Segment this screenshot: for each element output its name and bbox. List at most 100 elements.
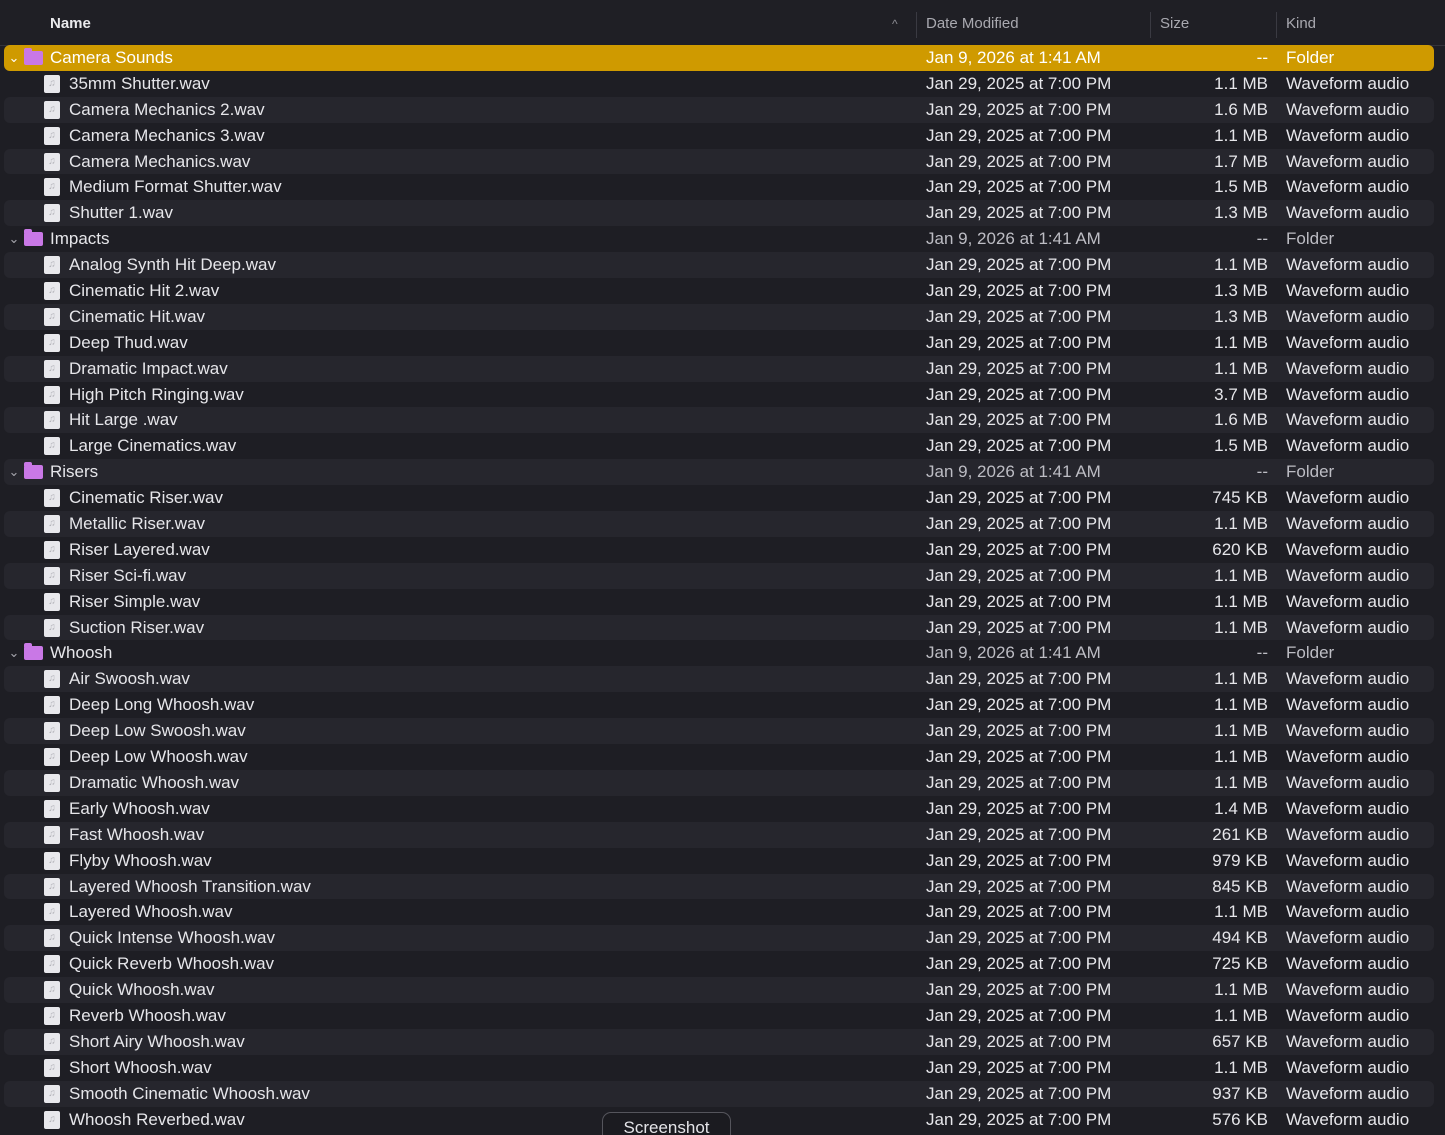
file-row[interactable]: ♫ Cinematic Hit 2.wav Jan 29, 2025 at 7:00… [4,278,1434,304]
item-date-modified: Jan 29, 2025 at 7:00 PM [926,1083,1112,1103]
item-name: Short Whoosh.wav [69,1057,212,1077]
file-row[interactable]: ♫ Layered Whoosh Transition.wav Jan 29, 20… [4,873,1434,900]
audio-file-icon: ♫ [44,437,60,456]
file-row[interactable]: ♫ Camera Mechanics.wav Jan 29, 2025 at 7:0… [4,148,1434,175]
item-date-modified: Jan 29, 2025 at 7:00 PM [926,125,1112,145]
audio-file-icon: ♫ [44,566,60,585]
audio-file-icon: ♫ [44,385,60,404]
item-size: -- [1256,643,1268,663]
item-kind: Waveform audio [1286,151,1410,171]
column-header-kind[interactable]: Kind [1286,0,1316,45]
audio-file-icon: ♫ [44,981,60,1000]
file-row[interactable]: ♫ Riser Sci-fi.wav Jan 29, 2025 at 7:00 PM… [4,562,1434,589]
finder-list-view: Name ^ Date Modified Size Kind ⌄ Camera S… [0,0,1445,1135]
folder-row[interactable]: ⌄ Whoosh Jan 9, 2026 at 1:41 AM -- Folder [4,640,1434,666]
column-header-date-modified[interactable]: Date Modified [926,0,1019,45]
audio-file-icon: ♫ [44,799,60,818]
file-row[interactable]: ♫ Camera Mechanics 2.wav Jan 29, 2025 at 7… [4,96,1434,123]
column-separator[interactable] [1276,12,1277,38]
file-row[interactable]: ♫ Quick Whoosh.wav Jan 29, 2025 at 7:00 PM… [4,977,1434,1003]
audio-file-icon: ♫ [44,333,60,352]
chevron-down-icon[interactable]: ⌄ [6,459,22,485]
item-size: 1.1 MB [1214,332,1268,352]
file-row[interactable]: ♫ Flyby Whoosh.wav Jan 29, 2025 at 7:00 PM… [4,848,1434,874]
file-row[interactable]: ♫ High Pitch Ringing.wav Jan 29, 2025 at 7… [4,382,1434,408]
item-size: 1.1 MB [1214,669,1268,689]
file-row[interactable]: ♫ 35mm Shutter.wav Jan 29, 2025 at 7:00 PM… [4,71,1434,97]
item-date-modified: Jan 29, 2025 at 7:00 PM [926,1109,1112,1129]
item-size: 1.1 MB [1214,617,1268,637]
item-size: 3.7 MB [1214,384,1268,404]
item-date-modified: Jan 29, 2025 at 7:00 PM [926,151,1112,171]
audio-file-icon: ♫ [44,825,60,844]
file-row[interactable]: ♫ Medium Format Shutter.wav Jan 29, 2025 a… [4,174,1434,200]
file-row[interactable]: ♫ Hit Large .wav Jan 29, 2025 at 7:00 PM 1.… [4,407,1434,434]
file-row[interactable]: ♫ Riser Layered.wav Jan 29, 2025 at 7:00 P… [4,537,1434,563]
item-name: Camera Mechanics.wav [69,151,251,171]
file-row[interactable]: ♫ Camera Mechanics 3.wav Jan 29, 2025 at 7… [4,123,1434,149]
file-row[interactable]: ♫ Short Airy Whoosh.wav Jan 29, 2025 at 7:… [4,1028,1434,1055]
audio-file-icon: ♫ [44,722,60,741]
folder-row[interactable]: ⌄ Camera Sounds Jan 9, 2026 at 1:41 AM -- Fo… [4,45,1434,71]
item-name: Flyby Whoosh.wav [69,850,212,870]
file-row[interactable]: ♫ Dramatic Whoosh.wav Jan 29, 2025 at 7:00… [4,769,1434,796]
file-row[interactable]: ♫ Dramatic Impact.wav Jan 29, 2025 at 7:00… [4,355,1434,382]
item-size: 620 KB [1212,539,1268,559]
chevron-down-icon[interactable]: ⌄ [6,45,22,71]
folder-icon [24,462,43,480]
file-row[interactable]: ♫ Quick Reverb Whoosh.wav Jan 29, 2025 at … [4,951,1434,977]
sort-ascending-icon[interactable]: ^ [892,0,898,45]
item-name: Shutter 1.wav [69,203,173,223]
file-row[interactable]: ♫ Smooth Cinematic Whoosh.wav Jan 29, 2025… [4,1080,1434,1107]
audio-file-icon: ♫ [44,748,60,767]
folder-row[interactable]: ⌄ Risers Jan 9, 2026 at 1:41 AM -- Folder [4,459,1434,486]
item-kind: Waveform audio [1286,410,1410,430]
item-kind: Waveform audio [1286,954,1410,974]
file-row[interactable]: ♫ Riser Simple.wav Jan 29, 2025 at 7:00 PM… [4,589,1434,615]
file-row[interactable]: ♫ Deep Low Whoosh.wav Jan 29, 2025 at 7:00… [4,744,1434,770]
file-row[interactable]: ♫ Metallic Riser.wav Jan 29, 2025 at 7:00 … [4,511,1434,537]
chevron-down-icon[interactable]: ⌄ [6,226,22,252]
file-row[interactable]: ♫ Cinematic Hit.wav Jan 29, 2025 at 7:00 P… [4,303,1434,330]
item-kind: Waveform audio [1286,565,1410,585]
file-row[interactable]: ♫ Quick Intense Whoosh.wav Jan 29, 2025 at… [4,925,1434,952]
item-name: Large Cinematics.wav [69,436,237,456]
folder-row[interactable]: ⌄ Impacts Jan 9, 2026 at 1:41 AM -- Folder [4,226,1434,252]
audio-file-icon: ♫ [44,1084,60,1103]
audio-file-icon: ♫ [44,282,60,301]
file-row[interactable]: ♫ Reverb Whoosh.wav Jan 29, 2025 at 7:00 P… [4,1003,1434,1029]
item-size: 845 KB [1212,876,1268,896]
file-row[interactable]: ♫ Fast Whoosh.wav Jan 29, 2025 at 7:00 PM 2… [4,821,1434,848]
file-row[interactable]: ♫ Cinematic Riser.wav Jan 29, 2025 at 7:00… [4,485,1434,511]
item-size: 1.1 MB [1214,902,1268,922]
chevron-down-icon[interactable]: ⌄ [6,640,22,666]
file-row[interactable]: ♫ Early Whoosh.wav Jan 29, 2025 at 7:00 PM… [4,796,1434,822]
item-date-modified: Jan 9, 2026 at 1:41 AM [926,48,1101,67]
file-row[interactable]: ♫ Shutter 1.wav Jan 29, 2025 at 7:00 PM 1.3… [4,200,1434,227]
column-separator[interactable] [1150,12,1151,38]
item-size: -- [1256,48,1268,67]
file-row[interactable]: ♫ Layered Whoosh.wav Jan 29, 2025 at 7:00 … [4,899,1434,925]
item-kind: Waveform audio [1286,281,1410,301]
item-date-modified: Jan 29, 2025 at 7:00 PM [926,255,1112,275]
file-row[interactable]: ♫ Deep Low Swoosh.wav Jan 29, 2025 at 7:00… [4,718,1434,745]
item-size: -- [1256,229,1268,249]
item-name: Layered Whoosh.wav [69,902,233,922]
file-row[interactable]: ♫ Suction Riser.wav Jan 29, 2025 at 7:00 P… [4,614,1434,641]
column-header-bar: Name ^ Date Modified Size Kind [0,0,1445,46]
column-header-name[interactable]: Name [50,0,91,45]
file-row[interactable]: ♫ Air Swoosh.wav Jan 29, 2025 at 7:00 PM 1.… [4,666,1434,693]
item-size: 1.1 MB [1214,73,1268,93]
column-separator[interactable] [916,12,917,38]
file-row[interactable]: ♫ Large Cinematics.wav Jan 29, 2025 at 7:0… [4,433,1434,459]
file-row[interactable]: ♫ Deep Thud.wav Jan 29, 2025 at 7:00 PM 1.1… [4,330,1434,356]
file-row[interactable]: ♫ Analog Synth Hit Deep.wav Jan 29, 2025 a… [4,252,1434,279]
item-size: 1.1 MB [1214,565,1268,585]
audio-file-icon: ♫ [44,411,60,430]
item-date-modified: Jan 29, 2025 at 7:00 PM [926,954,1112,974]
file-row[interactable]: ♫ Short Whoosh.wav Jan 29, 2025 at 7:00 PM… [4,1055,1434,1081]
column-header-size[interactable]: Size [1160,0,1189,45]
item-date-modified: Jan 29, 2025 at 7:00 PM [926,410,1112,430]
audio-file-icon: ♫ [44,773,60,792]
file-row[interactable]: ♫ Deep Long Whoosh.wav Jan 29, 2025 at 7:0… [4,692,1434,718]
